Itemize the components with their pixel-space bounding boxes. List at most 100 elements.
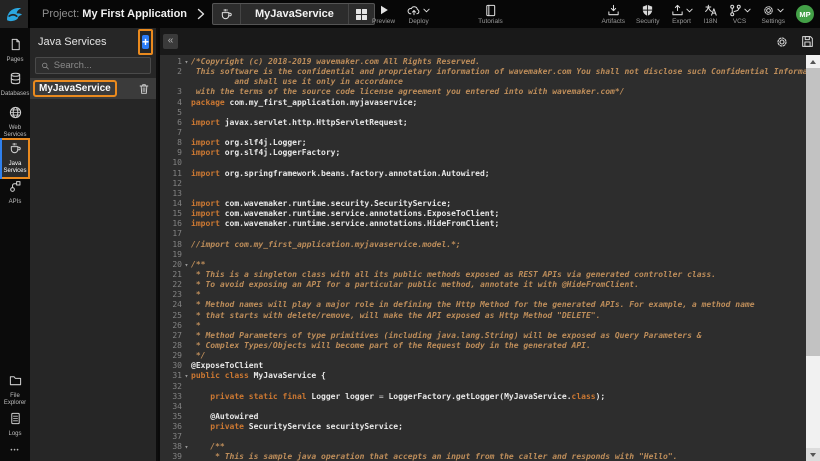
scrollbar-thumb[interactable]: [806, 68, 820, 356]
code-line[interactable]: 34: [160, 402, 806, 412]
code-text: import javax.servlet.http.HttpServletReq…: [191, 118, 806, 128]
code-text: with the terms of the source code licens…: [191, 87, 806, 97]
wavemaker-studio: Project:My First Application MyJavaServi…: [0, 0, 820, 461]
code-line[interactable]: 15import com.wavemaker.runtime.service.a…: [160, 209, 806, 219]
code-text: @ExposeToClient: [191, 361, 806, 371]
fold-gutter: [182, 169, 191, 179]
line-number: 34: [160, 402, 182, 412]
export-button[interactable]: Export: [671, 0, 693, 28]
user-avatar[interactable]: MP: [796, 5, 814, 23]
code-line[interactable]: 12: [160, 179, 806, 189]
fold-arrow-icon[interactable]: ▾: [182, 442, 191, 452]
code-line[interactable]: 18//import com.my_first_application.myja…: [160, 240, 806, 250]
sidebar-item-logs[interactable]: Logs: [0, 410, 30, 440]
code-line[interactable]: 38▾ /**: [160, 442, 806, 452]
code-line[interactable]: 8import org.slf4j.Logger;: [160, 138, 806, 148]
tutorials-button[interactable]: Tutorials: [478, 0, 503, 28]
code-editor: « 1▾/*Copyright (c) 2018-2019 wavemaker.…: [160, 28, 820, 461]
code-line[interactable]: 27 * Method Parameters of type primitive…: [160, 331, 806, 341]
code-line[interactable]: 33 private static final Logger logger = …: [160, 392, 806, 402]
service-list-item[interactable]: MyJavaService: [30, 78, 156, 99]
code-line[interactable]: 25 * that starts with delete/remove, wil…: [160, 311, 806, 321]
tab-myjavaservice[interactable]: MyJavaService: [212, 3, 375, 25]
artifacts-button[interactable]: Artifacts: [602, 0, 625, 28]
code-line[interactable]: 32: [160, 382, 806, 392]
deploy-button[interactable]: Deploy: [407, 0, 430, 28]
sidebar-item-file-explorer[interactable]: File Explorer: [0, 372, 30, 409]
code-line[interactable]: 37: [160, 432, 806, 442]
code-line[interactable]: 24 * Method names will play a major role…: [160, 300, 806, 310]
editor-settings-gear-icon[interactable]: [775, 35, 789, 49]
code-lines[interactable]: 1▾/*Copyright (c) 2018-2019 wavemaker.co…: [160, 55, 806, 461]
fold-arrow-icon[interactable]: ▾: [182, 371, 191, 381]
code-line[interactable]: 36 private SecurityService securityServi…: [160, 422, 806, 432]
fold-gutter: [182, 199, 191, 209]
scroll-up-arrow[interactable]: [806, 55, 820, 68]
code-line[interactable]: 20▾/**: [160, 260, 806, 270]
sidebar-item-web-services[interactable]: Web Services: [0, 104, 30, 141]
line-number: 10: [160, 158, 182, 168]
sidebar-item-databases[interactable]: Databases: [0, 70, 30, 100]
code-line[interactable]: 23 *: [160, 290, 806, 300]
code-text: and shall use it only in accordance: [191, 77, 806, 87]
code-line[interactable]: 28 * Complex Types/Objects will become p…: [160, 341, 806, 351]
coffee-icon: [9, 142, 22, 155]
chevron-down-icon: [744, 8, 751, 13]
sidebar-item-apis[interactable]: APIs: [0, 178, 30, 208]
fold-arrow-icon[interactable]: ▾: [182, 260, 191, 270]
fold-arrow-icon[interactable]: ▾: [182, 57, 191, 67]
service-search[interactable]: [35, 57, 151, 74]
line-number: 6: [160, 118, 182, 128]
gear-icon: [762, 4, 775, 17]
i18n-button[interactable]: I18N: [704, 0, 718, 28]
preview-button[interactable]: Preview: [372, 0, 395, 28]
code-line[interactable]: 21 * This is a singleton class with all …: [160, 270, 806, 280]
editor-scrollbar[interactable]: [806, 55, 820, 461]
fold-gutter: [182, 270, 191, 280]
code-text: [191, 432, 806, 442]
code-line[interactable]: 6 import javax.servlet.http.HttpServletRe…: [160, 118, 806, 128]
code-line[interactable]: 29 */: [160, 351, 806, 361]
sidebar-more-button[interactable]: •••: [0, 448, 30, 454]
code-line[interactable]: 7: [160, 128, 806, 138]
save-icon[interactable]: [801, 35, 814, 48]
search-input[interactable]: [54, 60, 145, 71]
settings-button[interactable]: Settings: [762, 0, 786, 28]
code-line[interactable]: 2 This software is the confidential and …: [160, 67, 806, 77]
vcs-button[interactable]: VCS: [729, 0, 751, 28]
grid-icon[interactable]: [348, 4, 374, 24]
code-line[interactable]: 14import com.wavemaker.runtime.security.…: [160, 199, 806, 209]
code-line[interactable]: 3 with the terms of the source code lice…: [160, 87, 806, 97]
scroll-down-arrow[interactable]: [806, 448, 820, 461]
export-label: Export: [672, 18, 691, 25]
code-line[interactable]: and shall use it only in accordance: [160, 77, 806, 87]
code-line[interactable]: 1▾/*Copyright (c) 2018-2019 wavemaker.co…: [160, 57, 806, 67]
line-number: 15: [160, 209, 182, 219]
code-line[interactable]: 19: [160, 250, 806, 260]
wavemaker-logo[interactable]: [0, 0, 30, 28]
security-button[interactable]: Security: [636, 0, 659, 28]
code-text: [191, 179, 806, 189]
code-line[interactable]: 35 @Autowired: [160, 412, 806, 422]
sidebar-item-java-services[interactable]: Java Services: [0, 138, 30, 179]
code-line[interactable]: 4package com.my_first_application.myjava…: [160, 98, 806, 108]
code-line[interactable]: 5: [160, 108, 806, 118]
code-line[interactable]: 16import com.wavemaker.runtime.service.a…: [160, 219, 806, 229]
code-line[interactable]: 30@ExposeToClient: [160, 361, 806, 371]
code-line[interactable]: 9import org.slf4j.LoggerFactory;: [160, 148, 806, 158]
code-text: /*Copyright (c) 2018-2019 wavemaker.com …: [191, 57, 806, 67]
add-java-service-button[interactable]: +: [142, 35, 149, 49]
code-line[interactable]: 39 * This is sample java operation that …: [160, 452, 806, 461]
code-line[interactable]: 11import org.springframework.beans.facto…: [160, 169, 806, 179]
code-line[interactable]: 13: [160, 189, 806, 199]
sidebar-item-pages[interactable]: Pages: [0, 36, 30, 66]
vcs-label: VCS: [733, 18, 746, 25]
collapse-panel-button[interactable]: «: [163, 34, 178, 49]
code-line[interactable]: 17: [160, 229, 806, 239]
fold-gutter: [182, 179, 191, 189]
trash-icon[interactable]: [138, 83, 150, 95]
code-line[interactable]: 31▾public class MyJavaService {: [160, 371, 806, 381]
code-line[interactable]: 22 * To avoid exposing an API for a part…: [160, 280, 806, 290]
code-line[interactable]: 26 *: [160, 321, 806, 331]
code-line[interactable]: 10: [160, 158, 806, 168]
